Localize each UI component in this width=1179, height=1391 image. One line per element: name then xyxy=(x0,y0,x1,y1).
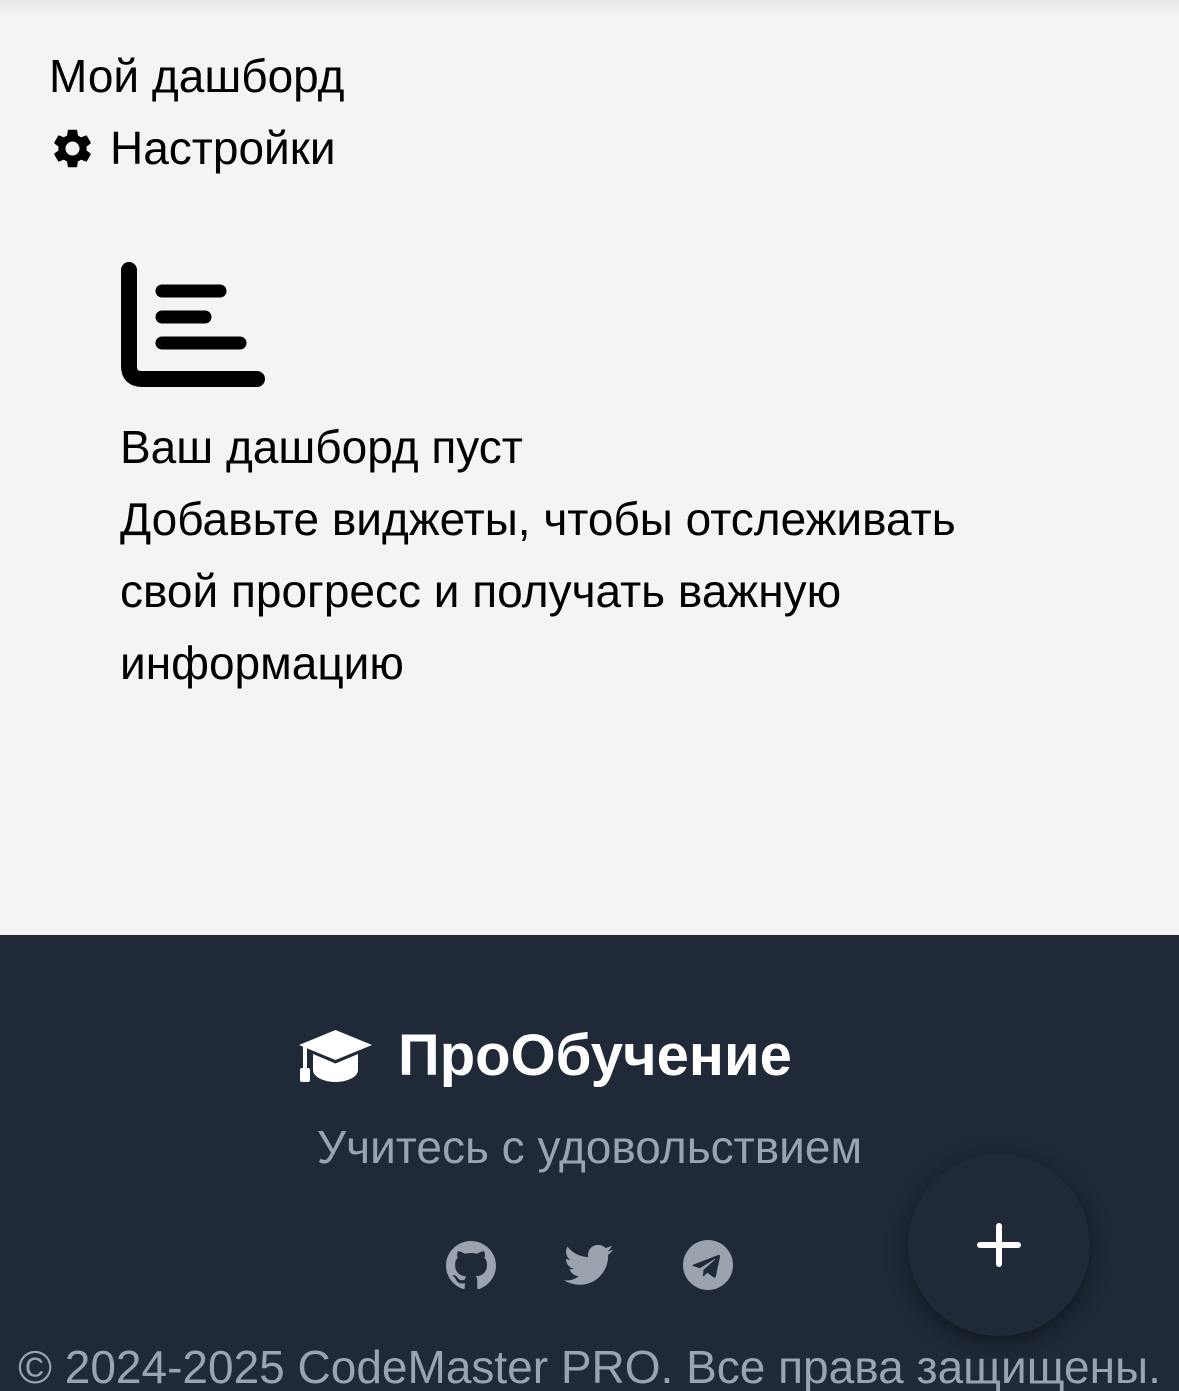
page: Мой дашборд Настройки Ваш дашборд пуст Д… xyxy=(0,0,1179,1391)
plus-icon xyxy=(977,1223,1021,1267)
add-widget-button[interactable] xyxy=(908,1154,1090,1336)
empty-state-title: Ваш дашборд пуст xyxy=(120,421,523,473)
footer-brand: ПроОбучение xyxy=(297,1023,792,1089)
footer-copyright: © 2024-2025 CodeMaster PRO. Все права за… xyxy=(18,1341,1161,1391)
github-icon[interactable] xyxy=(446,1240,496,1290)
settings-link[interactable]: Настройки xyxy=(49,120,336,176)
page-title: Мой дашборд xyxy=(49,50,345,102)
empty-state: Ваш дашборд пуст Добавьте виджеты, чтобы… xyxy=(120,262,1080,699)
empty-state-description: Добавьте виджеты, чтобы отслеживать свой… xyxy=(120,493,956,689)
brand-name: ПроОбучение xyxy=(398,1023,792,1088)
telegram-icon[interactable] xyxy=(683,1240,733,1290)
graduation-cap-icon xyxy=(299,1030,372,1082)
main-content: Мой дашборд Настройки Ваш дашборд пуст Д… xyxy=(0,0,1179,935)
top-shadow xyxy=(0,0,1179,14)
settings-label: Настройки xyxy=(110,122,336,174)
gear-icon xyxy=(54,129,91,167)
twitter-icon[interactable] xyxy=(564,1240,614,1290)
bar-chart-icon xyxy=(121,262,265,387)
